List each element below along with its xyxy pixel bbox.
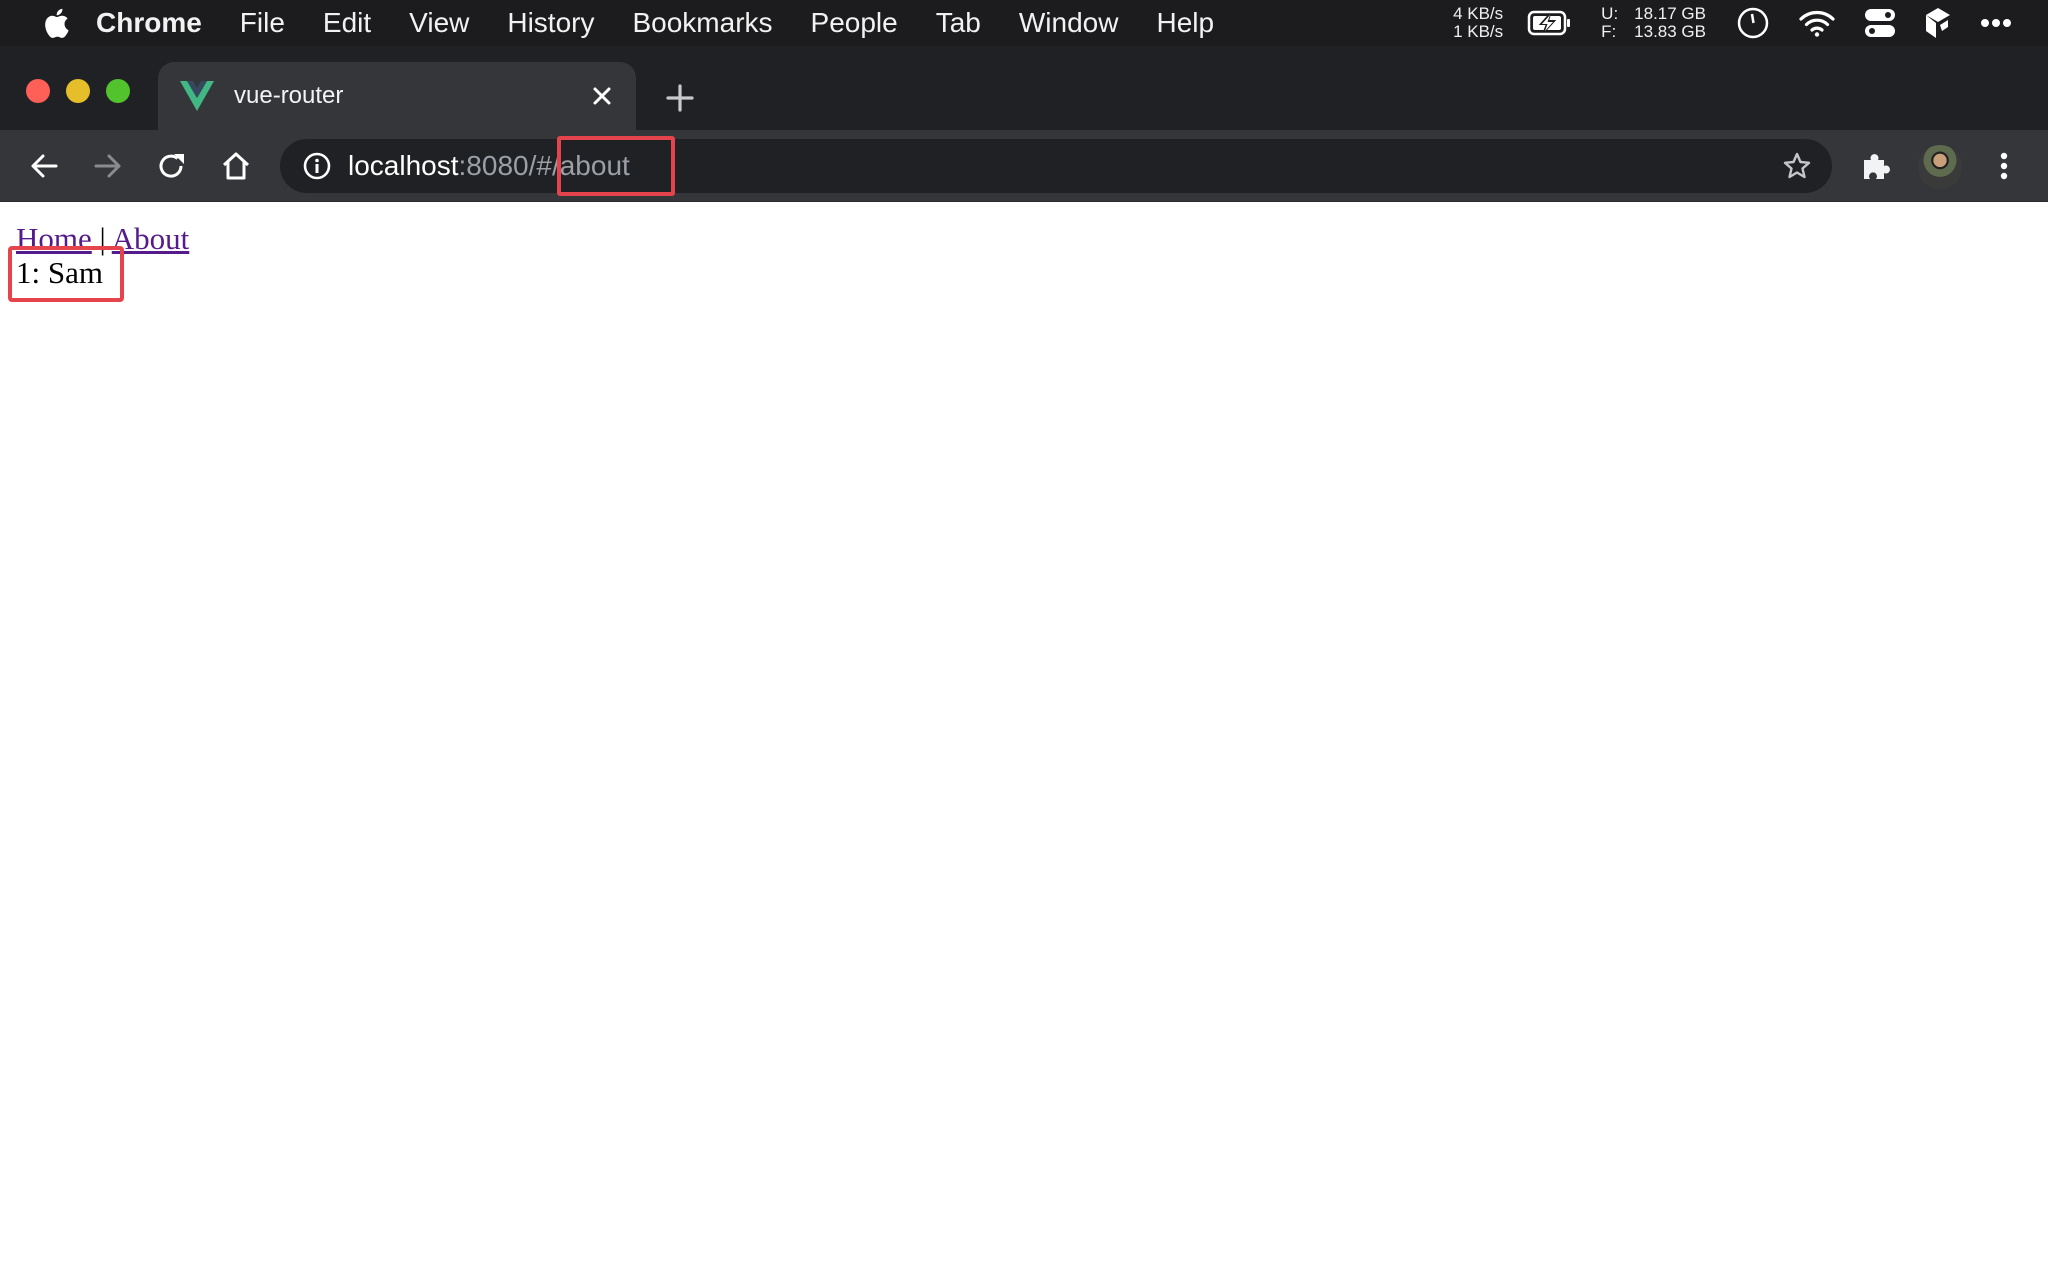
back-button[interactable] [26, 148, 62, 184]
browser-window: vue-router localhost:8080/#/about Home |… [0, 46, 2048, 1280]
arrow-left-icon [31, 154, 58, 178]
annotation-highlight-url-hash [557, 136, 675, 196]
menu-history[interactable]: History [507, 7, 594, 39]
battery-charging-icon[interactable] [1527, 10, 1573, 36]
menu-people[interactable]: People [811, 7, 898, 39]
wifi-icon[interactable] [1798, 9, 1836, 37]
network-down: 1 KB/s [1453, 22, 1504, 41]
tab-title: vue-router [234, 82, 344, 109]
annotation-highlight-user [8, 246, 124, 302]
home-icon [222, 152, 250, 180]
bookmark-star-icon[interactable] [1782, 151, 1812, 181]
home-button[interactable] [218, 148, 254, 184]
window-maximize-button[interactable] [106, 79, 130, 103]
extensions-button[interactable] [1858, 148, 1894, 184]
arrow-right-icon [94, 154, 121, 178]
address-bar[interactable]: localhost:8080/#/about [280, 139, 1832, 193]
tab-vue-router[interactable]: vue-router [158, 62, 636, 130]
menu-tab[interactable]: Tab [936, 7, 981, 39]
network-speed[interactable]: 4 KB/s 1 KB/s [1453, 5, 1503, 41]
menu-edit[interactable]: Edit [323, 7, 371, 39]
new-tab-button[interactable] [666, 84, 694, 112]
url-port-path: :8080/ [458, 150, 537, 181]
disk-free-label: F: [1601, 22, 1617, 41]
app-icon[interactable] [1924, 7, 1952, 39]
disk-free-value: 13.83 GB [1634, 22, 1706, 41]
menu-file[interactable]: File [240, 7, 285, 39]
menu-bar-status-area: 4 KB/s 1 KB/s U: F: 18.17 GB 13.83 GB [1453, 0, 2048, 46]
browser-toolbar: localhost:8080/#/about [0, 130, 2048, 202]
forward-button[interactable] [90, 148, 126, 184]
info-icon[interactable] [302, 151, 332, 181]
menu-app-chrome[interactable]: Chrome [96, 7, 202, 39]
vue-logo-icon [180, 81, 214, 111]
chrome-menu-button[interactable] [1986, 148, 2022, 184]
disk-usage[interactable]: U: F: 18.17 GB 13.83 GB [1601, 5, 1706, 41]
window-close-button[interactable] [26, 79, 50, 103]
tab-strip: vue-router [0, 46, 2048, 130]
profile-avatar[interactable] [1918, 145, 1962, 189]
puzzle-icon [1864, 154, 1890, 179]
control-center-icon[interactable] [1864, 8, 1896, 38]
menu-bookmarks[interactable]: Bookmarks [632, 7, 772, 39]
clock-icon[interactable] [1736, 6, 1770, 40]
url-host: localhost [348, 150, 459, 181]
tab-close-icon[interactable] [590, 84, 614, 108]
kebab-menu-icon [2000, 152, 2008, 180]
disk-used-value: 18.17 GB [1634, 4, 1706, 23]
network-up: 4 KB/s [1453, 4, 1504, 23]
reload-icon [159, 154, 184, 178]
page-content: Home | About 1: Sam [0, 203, 2048, 1280]
disk-used-label: U: [1601, 4, 1619, 23]
menu-window[interactable]: Window [1019, 7, 1119, 39]
reload-button[interactable] [154, 148, 190, 184]
macos-menu-bar: Chrome File Edit View History Bookmarks … [0, 0, 2048, 46]
menu-view[interactable]: View [409, 7, 469, 39]
window-minimize-button[interactable] [66, 79, 90, 103]
more-icon[interactable] [1980, 18, 2012, 28]
apple-logo-icon[interactable] [42, 7, 70, 39]
menu-help[interactable]: Help [1156, 7, 1214, 39]
